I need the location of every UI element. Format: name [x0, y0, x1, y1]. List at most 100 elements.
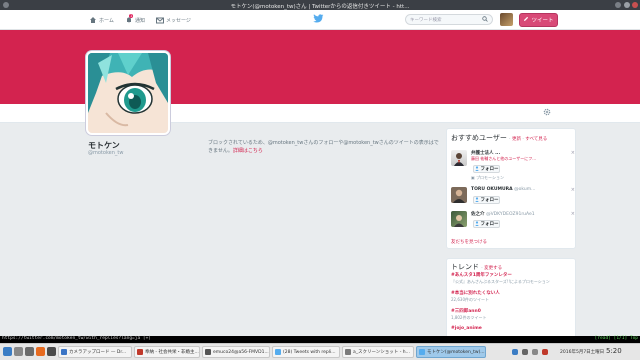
view-all-link[interactable]: すべて見る — [525, 137, 547, 142]
battery-icon[interactable] — [522, 349, 528, 355]
taskbar-window[interactable]: a_スクリーンショット - h... — [342, 346, 414, 358]
nav-messages[interactable]: メッセージ — [155, 15, 191, 25]
promoted-text: プロモーション — [476, 175, 504, 180]
promoted-icon: ▣ — [471, 175, 475, 180]
follow-button[interactable]: フォロー — [473, 165, 500, 173]
trends-card: トレンド · 変更する #あんスタ1周年ファンレター 『公式』あんさんぶるスター… — [446, 258, 576, 338]
suggested-user-display-name: TORU OKUMURA — [471, 187, 513, 192]
dismiss-icon[interactable]: × — [571, 150, 575, 156]
promoted-label: ▣ プロモーション — [471, 175, 504, 181]
change-trends-link[interactable]: 変更する — [484, 266, 502, 271]
search-icon[interactable] — [482, 16, 488, 24]
suggested-user-name[interactable]: 佐之介 @VDKYDEOZ91ruAe1 — [471, 211, 535, 217]
taskbar-window-label: a_スクリーンショット - h... — [353, 350, 410, 355]
who-to-follow-header: おすすめユーザー · 更新 · すべて見る — [451, 134, 548, 142]
dismiss-icon[interactable]: × — [571, 187, 575, 193]
minimize-icon[interactable] — [615, 2, 621, 8]
maximize-icon[interactable] — [624, 2, 630, 8]
taskbar-window-label: (28) Tweets with repli... — [283, 349, 336, 355]
twitter-bird-icon[interactable] — [313, 14, 324, 25]
window-titlebar: モトケン(@motoken_tw)さん | Twitterからの返信付きツイート… — [0, 0, 640, 10]
trend-tag: #あんスタ1周年ファンレター — [451, 273, 512, 278]
taskbar: カメラアップロード — Dr... 奉納 - 社会共栄・非婚主... emuco… — [0, 343, 640, 360]
blocked-message: ブロックされているため、@motoken_twさんのフォローや@motoken_… — [208, 139, 442, 155]
taskbar-window-label: emuco24@a56-FMVD1... — [213, 349, 269, 355]
taskbar-window-label: 奉納 - 社会共栄・非婚主... — [145, 350, 199, 355]
taskbar-window[interactable]: カメラアップロード — Dr... — [58, 346, 132, 358]
tweet-button[interactable]: ツイート — [519, 13, 558, 27]
follow-button[interactable]: フォロー — [473, 220, 500, 228]
nav-notifications-label: 通知 — [135, 17, 146, 24]
taskbar-window-active[interactable]: モトケン(@motoken_tw)... — [416, 346, 486, 358]
follow-button[interactable]: フォロー — [473, 196, 500, 204]
trend-item[interactable]: #三四郎ann0 1,802件のツイート — [451, 308, 486, 321]
find-friends-link[interactable]: 友だちを見つける — [451, 239, 487, 245]
taskbar-time[interactable]: 5:20 — [606, 347, 622, 355]
window-icon — [205, 349, 211, 355]
window-icon — [61, 349, 67, 355]
taskbar-window[interactable]: 奉納 - 社会共栄・非婚主... — [134, 346, 200, 358]
trend-item[interactable]: #あんスタ1周年ファンレター 『公式』あんさんぶるスターズ!!によるプロモーショ… — [451, 272, 550, 285]
avatar-illustration — [88, 53, 168, 133]
nav-messages-label: メッセージ — [166, 17, 191, 24]
avatar[interactable] — [451, 211, 467, 227]
firefox-icon[interactable] — [36, 347, 45, 356]
taskbar-window[interactable]: emuco24@a56-FMVD1... — [202, 346, 270, 358]
search-input[interactable]: キーワード検索 — [405, 14, 493, 25]
suggested-user-name[interactable]: TORU OKUMURA @okum... — [471, 187, 535, 192]
trend-description: 22,630件のツイート — [451, 297, 489, 302]
nav-notifications[interactable]: 1 通知 — [124, 13, 146, 25]
home-icon — [88, 16, 97, 25]
avatar[interactable] — [451, 187, 467, 203]
tray-icon[interactable] — [542, 349, 548, 355]
window-title: モトケン(@motoken_tw)さん | Twitterからの返信付きツイート… — [230, 4, 410, 10]
network-icon[interactable] — [512, 349, 518, 355]
window-icon — [137, 349, 143, 355]
suggested-user-handle: @VDKYDEOZ91ruAe1 — [486, 212, 535, 217]
trend-tag: #jojo_anime — [451, 326, 482, 331]
compose-icon — [523, 16, 529, 24]
trend-item[interactable]: #jojo_anime — [451, 326, 482, 331]
window-icon — [345, 349, 351, 355]
suggested-user-handle: @okum... — [514, 187, 536, 192]
trend-description: 『公式』あんさんぶるスターズ!!によるプロモーション — [451, 279, 550, 284]
profile-avatar[interactable] — [86, 51, 170, 135]
trend-item[interactable]: #本当に別れたくない人 22,630件のツイート — [451, 290, 500, 303]
taskbar-window-label: カメラアップロード — Dr... — [69, 350, 127, 355]
start-menu-icon[interactable] — [3, 347, 12, 356]
bell-icon: 1 — [124, 13, 134, 25]
taskbar-date: 2016年5月7日土曜日 — [560, 350, 605, 355]
follow-person-icon — [474, 196, 480, 204]
nav-home-label: ホーム — [99, 17, 114, 24]
suggested-user: 弁護士法人 ... 藤田 祐輔さんと他のユーザーにフ... フォロー ▣ プロモ… — [451, 150, 575, 180]
trend-description: 1,802件のツイート — [451, 315, 487, 320]
who-to-follow-card: おすすめユーザー · 更新 · すべて見る 弁護士法人 ... 藤田 祐輔さんと… — [446, 128, 576, 249]
notification-count-badge: 1 — [129, 13, 134, 18]
follow-button-label: フォロー — [480, 167, 499, 172]
browser-status-line: https://twitter.com/motoken_tw/with_repl… — [0, 336, 640, 343]
envelope-icon — [155, 16, 164, 25]
tweet-button-label: ツイート — [531, 18, 554, 24]
follow-button-label: フォロー — [480, 198, 499, 203]
trend-tag: #三四郎ann0 — [451, 309, 481, 314]
gear-icon[interactable] — [543, 108, 551, 118]
details-link[interactable]: 詳細はこちら — [233, 148, 263, 154]
dismiss-icon[interactable]: × — [571, 211, 575, 217]
volume-icon[interactable] — [532, 349, 538, 355]
file-manager-icon[interactable] — [25, 347, 34, 356]
trends-header: トレンド · 変更する — [451, 263, 503, 271]
taskbar-window[interactable]: (28) Tweets with repli... — [272, 346, 340, 358]
close-icon[interactable] — [632, 2, 638, 8]
desktop-icon[interactable] — [14, 347, 23, 356]
account-avatar[interactable] — [500, 13, 513, 26]
window-icon — [275, 349, 281, 355]
suggested-user-context: 藤田 祐輔さんと他のユーザーにフ... — [471, 156, 537, 161]
avatar[interactable] — [451, 150, 467, 166]
trends-title: トレンド — [451, 263, 479, 271]
terminal-icon[interactable] — [47, 347, 56, 356]
refresh-link[interactable]: 更新 — [512, 137, 521, 142]
profile-handle[interactable]: @motoken_tw — [88, 150, 123, 156]
who-to-follow-title: おすすめユーザー — [451, 134, 507, 142]
follow-person-icon — [474, 220, 480, 228]
nav-home[interactable]: ホーム — [88, 15, 114, 25]
